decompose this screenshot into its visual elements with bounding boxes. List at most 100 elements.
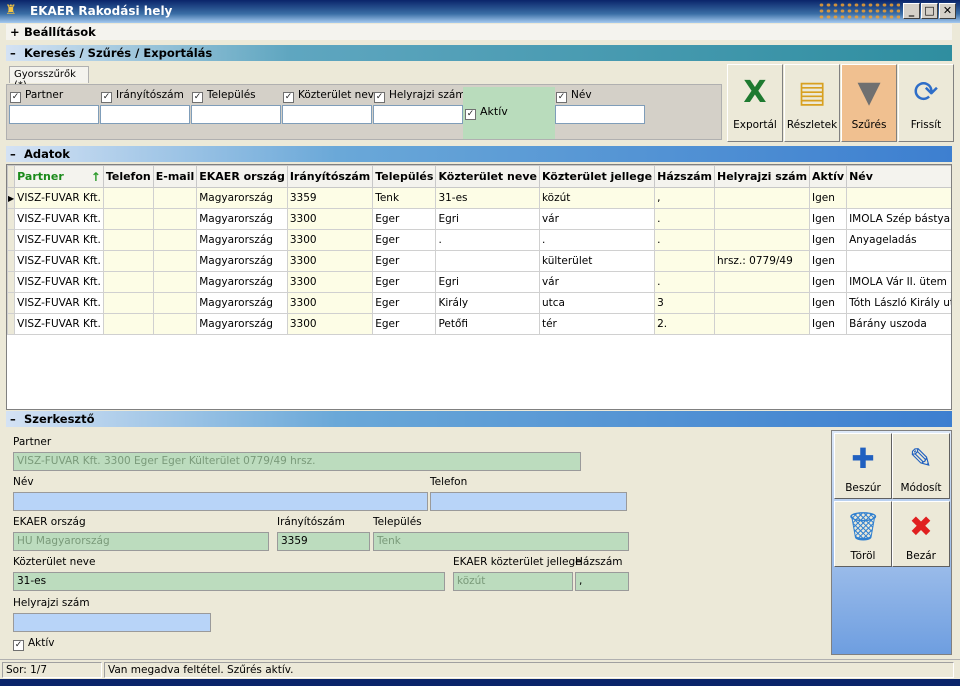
column-header[interactable]: Telefon <box>102 165 154 188</box>
table-cell[interactable]: 3300 <box>286 313 374 335</box>
refresh-button[interactable]: ⟳ Frissít <box>898 64 954 142</box>
filter-button[interactable]: ▼ Szűrés <box>841 64 897 142</box>
table-cell[interactable]: VISZ-FUVAR Kft. <box>14 271 104 293</box>
checkbox-icon[interactable]: ✓ <box>374 92 385 103</box>
quickfilter-tab[interactable]: Gyorsszűrők (*) <box>9 66 89 91</box>
table-cell[interactable]: 3300 <box>286 292 374 314</box>
table-cell[interactable]: Igen <box>809 313 848 335</box>
table-cell[interactable]: Magyarország <box>196 250 288 272</box>
column-header[interactable]: Házszám <box>654 165 715 188</box>
table-cell[interactable]: vár <box>538 271 656 293</box>
column-header[interactable]: Közterület jellege <box>538 165 656 188</box>
table-cell[interactable]: . <box>654 208 715 230</box>
table-cell[interactable] <box>102 229 154 251</box>
details-button[interactable]: ▤ Részletek <box>784 64 840 142</box>
table-cell[interactable]: , <box>654 187 715 209</box>
table-cell[interactable]: Egri <box>435 271 540 293</box>
table-cell[interactable] <box>152 292 198 314</box>
table-cell[interactable]: Egri <box>435 208 540 230</box>
table-cell[interactable]: utca <box>538 292 656 314</box>
table-cell[interactable]: Igen <box>809 271 848 293</box>
table-cell[interactable] <box>102 250 154 272</box>
table-cell[interactable]: VISZ-FUVAR Kft. <box>14 250 104 272</box>
table-cell[interactable] <box>152 271 198 293</box>
filter-aktiv-box[interactable]: ✓ Aktív <box>463 87 555 139</box>
filter-partner-input[interactable] <box>9 105 99 124</box>
table-cell[interactable]: VISZ-FUVAR Kft. <box>14 208 104 230</box>
table-cell[interactable]: Magyarország <box>196 313 288 335</box>
table-cell[interactable] <box>152 250 198 272</box>
table-cell[interactable]: Tenk <box>372 187 437 209</box>
table-cell[interactable]: Eger <box>372 208 437 230</box>
filter-nev-input[interactable] <box>555 105 645 124</box>
jelleg-field[interactable]: közút <box>453 572 573 591</box>
table-cell[interactable]: 3300 <box>286 208 374 230</box>
export-button[interactable]: X Exportál <box>727 64 783 142</box>
checkbox-icon[interactable]: ✓ <box>10 92 21 103</box>
data-grid[interactable]: Partner ↑ Telefon E-mail EKAER ország Irányít… <box>6 164 952 410</box>
aktiv-checkbox[interactable]: ✓ Aktív <box>13 637 55 651</box>
filter-telepules-label[interactable]: ✓ Település <box>192 89 256 103</box>
table-cell[interactable]: VISZ-FUVAR Kft. <box>14 229 104 251</box>
filter-nev-label[interactable]: ✓ Név <box>556 89 592 103</box>
column-header[interactable]: E-mail <box>152 165 198 188</box>
table-cell[interactable]: Igen <box>809 187 848 209</box>
table-cell[interactable] <box>846 250 951 272</box>
kozterulet-field[interactable]: 31-es <box>13 572 445 591</box>
table-cell[interactable]: . <box>435 229 540 251</box>
table-cell[interactable]: vár <box>538 208 656 230</box>
column-header[interactable]: Helyrajzi szám <box>713 165 811 188</box>
table-cell[interactable]: Bárány uszoda <box>846 313 951 335</box>
table-row[interactable]: VISZ-FUVAR Kft. Magyarország 3300 Eger Egri v… <box>7 208 951 230</box>
table-cell[interactable]: 3300 <box>286 229 374 251</box>
close-button[interactable]: ✖ Bezár <box>892 501 950 567</box>
table-cell[interactable] <box>713 292 811 314</box>
table-cell[interactable]: Igen <box>809 250 848 272</box>
table-cell[interactable] <box>713 313 811 335</box>
telefon-field[interactable] <box>430 492 627 511</box>
close-window-button[interactable]: ✕ <box>939 3 956 19</box>
table-cell[interactable]: Király <box>435 292 540 314</box>
table-cell[interactable]: Igen <box>809 292 848 314</box>
table-cell[interactable] <box>152 208 198 230</box>
table-cell[interactable]: tér <box>538 313 656 335</box>
column-header[interactable]: Irányítószám <box>286 165 374 188</box>
filter-hrsz-label[interactable]: ✓ Helyrajzi szám <box>374 89 466 103</box>
checkbox-icon[interactable]: ✓ <box>283 92 294 103</box>
orszag-field[interactable]: HU Magyarország <box>13 532 269 551</box>
table-cell[interactable]: 2. <box>654 313 715 335</box>
table-cell[interactable] <box>102 208 154 230</box>
table-cell[interactable] <box>152 187 198 209</box>
checkbox-icon[interactable]: ✓ <box>465 109 476 120</box>
table-cell[interactable]: IMOLA Szép bástya <box>846 208 951 230</box>
table-cell[interactable] <box>846 187 951 209</box>
table-cell[interactable]: Magyarország <box>196 208 288 230</box>
table-cell[interactable]: . <box>654 229 715 251</box>
table-cell[interactable] <box>152 313 198 335</box>
table-row[interactable]: VISZ-FUVAR Kft. Magyarország 3300 Eger Petőf… <box>7 313 951 335</box>
filter-irsz-input[interactable] <box>100 105 190 124</box>
table-cell[interactable] <box>102 187 154 209</box>
checkbox-icon[interactable]: ✓ <box>101 92 112 103</box>
table-cell[interactable]: Igen <box>809 208 848 230</box>
filter-hrsz-input[interactable] <box>373 105 463 124</box>
filter-irsz-label[interactable]: ✓ Irányítószám <box>101 89 184 103</box>
table-cell[interactable] <box>102 292 154 314</box>
table-cell[interactable]: VISZ-FUVAR Kft. <box>14 292 104 314</box>
table-cell[interactable]: VISZ-FUVAR Kft. <box>14 313 104 335</box>
editor-section-header[interactable]: – Szerkesztő <box>6 411 952 427</box>
table-cell[interactable]: Magyarország <box>196 229 288 251</box>
table-cell[interactable] <box>102 271 154 293</box>
settings-section-header[interactable]: + Beállítások <box>6 24 952 40</box>
maximize-button[interactable]: □ <box>921 3 938 19</box>
checkbox-icon[interactable]: ✓ <box>556 92 567 103</box>
filter-telepules-input[interactable] <box>191 105 281 124</box>
table-cell[interactable]: Eger <box>372 271 437 293</box>
table-cell[interactable]: Magyarország <box>196 187 288 209</box>
table-cell[interactable]: IMOLA Vár II. ütem <box>846 271 951 293</box>
table-row[interactable]: VISZ-FUVAR Kft. Magyarország 3300 Eger külte… <box>7 250 951 272</box>
table-cell[interactable]: 31-es <box>435 187 540 209</box>
table-cell[interactable]: Eger <box>372 250 437 272</box>
table-row[interactable]: VISZ-FUVAR Kft. Magyarország 3300 Eger... Ig… <box>7 229 951 251</box>
telepules-field[interactable]: Tenk <box>373 532 629 551</box>
